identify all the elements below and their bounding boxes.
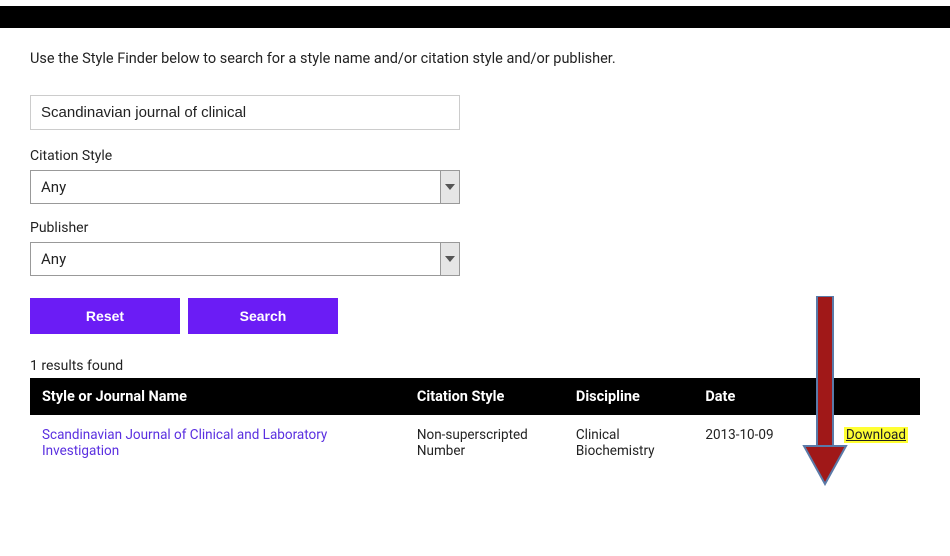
- citation-style-select[interactable]: Any: [30, 170, 460, 204]
- table-row: Scandinavian Journal of Clinical and Lab…: [30, 415, 920, 471]
- header-date: Date: [693, 378, 832, 415]
- header-download: [832, 378, 920, 415]
- cell-citation-style: Non-superscripted Number: [405, 415, 564, 471]
- style-name-input[interactable]: [30, 95, 460, 130]
- results-table: Style or Journal Name Citation Style Dis…: [30, 378, 920, 471]
- publisher-label: Publisher: [30, 220, 920, 236]
- button-row: Reset Search: [30, 298, 920, 334]
- search-button[interactable]: Search: [188, 298, 338, 334]
- journal-name-link[interactable]: Scandinavian Journal of Clinical and Lab…: [42, 427, 327, 459]
- header-style-name: Style or Journal Name: [30, 378, 405, 415]
- instructions-text: Use the Style Finder below to search for…: [30, 50, 920, 67]
- table-header-row: Style or Journal Name Citation Style Dis…: [30, 378, 920, 415]
- cell-discipline: Clinical Biochemistry: [564, 415, 693, 471]
- publisher-select[interactable]: Any: [30, 242, 460, 276]
- header-citation-style: Citation Style: [405, 378, 564, 415]
- main-content: Use the Style Finder below to search for…: [0, 28, 950, 471]
- citation-style-selected: Any: [30, 170, 440, 204]
- chevron-down-icon[interactable]: [440, 170, 460, 204]
- download-link[interactable]: Download: [844, 427, 908, 443]
- publisher-field: Publisher Any: [30, 220, 920, 276]
- cell-date: 2013-10-09: [693, 415, 832, 471]
- top-black-bar: [0, 6, 950, 28]
- results-count: 1 results found: [30, 358, 920, 374]
- citation-style-field: Citation Style Any: [30, 148, 920, 204]
- citation-style-label: Citation Style: [30, 148, 920, 164]
- reset-button[interactable]: Reset: [30, 298, 180, 334]
- header-discipline: Discipline: [564, 378, 693, 415]
- chevron-down-icon[interactable]: [440, 242, 460, 276]
- publisher-selected: Any: [30, 242, 440, 276]
